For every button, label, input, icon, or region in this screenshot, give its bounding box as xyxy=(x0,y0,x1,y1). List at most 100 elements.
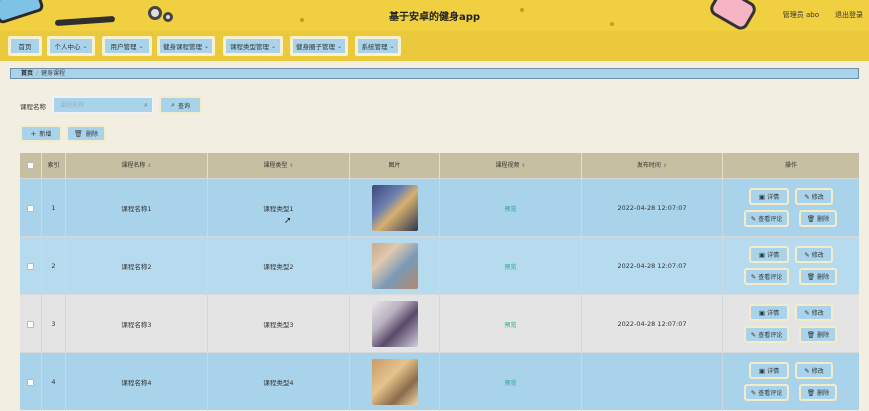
course-thumbnail-image[interactable] xyxy=(371,301,418,347)
detail-button-label: 详情 xyxy=(767,368,780,375)
logout-link[interactable]: 退出登录 xyxy=(835,10,863,20)
row-index: 3 xyxy=(51,320,56,328)
trash-icon: 🗑 xyxy=(806,330,816,339)
course-type-cell: 课程类型4 xyxy=(208,353,350,411)
edit-button[interactable]: ✎ 修改 xyxy=(795,304,833,321)
detail-icon: ▣ xyxy=(758,192,766,201)
detail-button[interactable]: ▣ 详情 xyxy=(749,246,789,263)
course-name-search-input[interactable] xyxy=(52,96,154,114)
video-preview-link[interactable]: 预览 xyxy=(504,320,516,329)
select-all-checkbox[interactable] xyxy=(27,162,34,169)
publish-time: 2022-04-28 12:07:07 xyxy=(617,320,687,328)
row-select-cell xyxy=(20,237,42,295)
detail-button[interactable]: ▣ 详情 xyxy=(749,362,789,379)
view-comments-button-label: 查看评论 xyxy=(758,332,783,339)
view-comments-button[interactable]: ✎ 查看评论 xyxy=(744,268,789,285)
delete-button[interactable]: 🗑 删除 xyxy=(799,268,837,285)
column-header-index: 索引 xyxy=(42,153,66,178)
search-icon: ⌕ xyxy=(144,101,148,109)
add-button[interactable]: + 新增 xyxy=(20,125,62,142)
course-name-cell: 课程名称1 xyxy=(66,179,208,237)
search-icon: ⌕ xyxy=(171,100,175,109)
view-comments-button[interactable]: ✎ 查看评论 xyxy=(744,326,789,343)
publish-time-cell: 2022-04-28 12:07:07 xyxy=(582,237,723,295)
comment-icon: ✎ xyxy=(750,330,757,339)
batch-delete-label: 删除 xyxy=(85,131,98,138)
edit-button-label: 修改 xyxy=(811,310,824,317)
table-row: 2 课程名称2 课程类型2 预览 2022-04-28 12:07:07 ▣ 详情 ✎ 修改 ✎ 查… xyxy=(20,236,859,295)
course-video-cell: 预览 xyxy=(440,237,582,295)
video-preview-link[interactable]: 预览 xyxy=(504,204,516,213)
nav-item-fitness-circle-management[interactable]: 健身圈子管理 ⌄ xyxy=(290,36,348,56)
course-thumbnail-image[interactable] xyxy=(371,243,418,289)
column-header-course-name[interactable]: 课程名称 ⇕ xyxy=(66,153,208,178)
chevron-down-icon: ⌄ xyxy=(389,42,395,50)
add-button-label: 新增 xyxy=(39,131,52,138)
image-cell xyxy=(350,353,440,411)
sort-icon: ⇕ xyxy=(662,163,668,169)
image-cell xyxy=(350,179,440,237)
course-type-cell: 课程类型3 xyxy=(208,295,350,353)
edit-button[interactable]: ✎ 修改 xyxy=(795,188,833,205)
row-checkbox[interactable] xyxy=(27,378,34,386)
course-video-cell: 预览 xyxy=(440,179,582,237)
detail-button[interactable]: ▣ 详情 xyxy=(749,304,789,321)
batch-delete-button[interactable]: 🗑 删除 xyxy=(66,125,106,142)
column-header-publish-time[interactable]: 发布时间 ⇕ xyxy=(582,153,723,178)
row-index: 4 xyxy=(51,378,56,386)
nav-item-system-management[interactable]: 系统管理 ⌄ xyxy=(355,36,401,56)
course-thumbnail-image[interactable] xyxy=(371,185,418,231)
breadcrumb-home[interactable]: 首页 xyxy=(21,70,33,77)
nav-item-label: 系统管理 xyxy=(361,43,388,51)
breadcrumb-separator: / xyxy=(36,70,39,77)
edit-button[interactable]: ✎ 修改 xyxy=(795,362,833,379)
nav-item-course-type-management[interactable]: 课程类型管理 ⌄ xyxy=(223,36,283,56)
view-comments-button-label: 查看评论 xyxy=(758,216,783,223)
video-preview-link[interactable]: 预览 xyxy=(504,378,516,387)
view-comments-button[interactable]: ✎ 查看评论 xyxy=(744,384,789,401)
course-type: 课程类型1 xyxy=(263,205,294,213)
course-name: 课程名称2 xyxy=(121,263,152,271)
nav-item-home[interactable]: 首页 xyxy=(8,36,42,56)
breadcrumb: 首页 / 健身课程 xyxy=(10,68,859,79)
nav-item-label: 用户管理 xyxy=(110,43,137,51)
nav-item-label: 健身课程管理 xyxy=(162,43,202,51)
course-video-cell: 预览 xyxy=(440,295,582,353)
index-cell: 4 xyxy=(42,353,66,411)
video-preview-link[interactable]: 预览 xyxy=(504,262,516,271)
course-type: 课程类型4 xyxy=(263,379,294,387)
row-checkbox[interactable] xyxy=(27,204,34,212)
edit-icon: ✎ xyxy=(804,366,810,375)
row-checkbox[interactable] xyxy=(27,262,34,270)
search-button-label: 查询 xyxy=(177,102,190,110)
nav-item-course-management[interactable]: 健身课程管理 ⌄ xyxy=(157,36,215,56)
detail-button-label: 详情 xyxy=(767,252,780,259)
view-comments-button[interactable]: ✎ 查看评论 xyxy=(744,210,789,227)
publish-time-cell xyxy=(582,353,723,411)
image-cell xyxy=(350,295,440,353)
comment-icon: ✎ xyxy=(750,272,757,281)
edit-icon: ✎ xyxy=(804,308,810,317)
course-thumbnail-image[interactable] xyxy=(371,359,418,405)
delete-button[interactable]: 🗑 删除 xyxy=(799,384,837,401)
row-select-cell xyxy=(20,353,42,411)
detail-icon: ▣ xyxy=(758,366,766,375)
edit-button[interactable]: ✎ 修改 xyxy=(795,246,833,263)
row-checkbox[interactable] xyxy=(27,320,34,328)
nav-item-user-management[interactable]: 用户管理 ⌄ xyxy=(102,36,152,56)
column-header-course-type[interactable]: 课程类型 ⇕ xyxy=(208,153,350,178)
delete-button[interactable]: 🗑 删除 xyxy=(799,210,837,227)
edit-icon: ✎ xyxy=(804,250,810,259)
column-header-course-video[interactable]: 课程视频 ⇕ xyxy=(440,153,582,178)
search-button[interactable]: ⌕ 查询 xyxy=(159,96,202,114)
delete-button[interactable]: 🗑 删除 xyxy=(799,326,837,343)
trash-icon: 🗑 xyxy=(806,272,816,281)
detail-button-label: 详情 xyxy=(767,194,780,201)
detail-icon: ▣ xyxy=(758,250,766,259)
chevron-down-icon: ⌄ xyxy=(82,42,88,50)
detail-button[interactable]: ▣ 详情 xyxy=(749,188,789,205)
image-cell xyxy=(350,237,440,295)
nav-item-personal-center[interactable]: 个人中心 ⌄ xyxy=(47,36,95,56)
view-comments-button-label: 查看评论 xyxy=(758,274,783,281)
index-cell: 3 xyxy=(42,295,66,353)
